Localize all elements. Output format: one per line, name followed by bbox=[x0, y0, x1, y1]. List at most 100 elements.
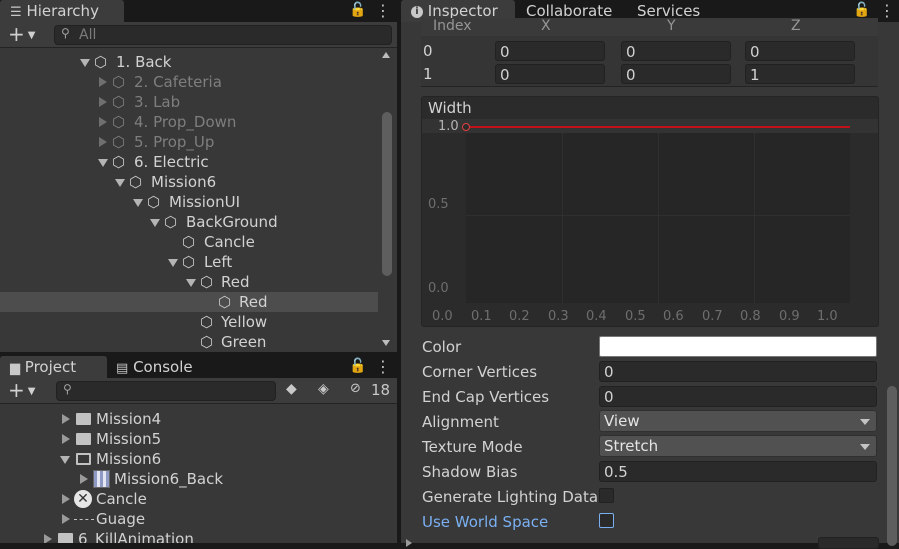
collapse-arrow-icon[interactable] bbox=[80, 474, 88, 484]
project-row-guage[interactable]: Guage bbox=[0, 509, 397, 529]
tree-row-prop-down[interactable]: ⬡ 4. Prop_Down bbox=[0, 112, 380, 132]
tree-row-red-parent[interactable]: ⬡ Red bbox=[0, 272, 380, 292]
position-z-field[interactable]: 0 bbox=[745, 41, 855, 61]
collapse-arrow-icon[interactable] bbox=[62, 414, 70, 424]
project-row-mission4[interactable]: Mission4 bbox=[0, 409, 397, 429]
project-row-mission6[interactable]: Mission6 bbox=[0, 449, 397, 469]
collapse-arrow-icon[interactable] bbox=[99, 97, 107, 107]
lock-icon[interactable]: 🔓 bbox=[853, 2, 870, 18]
x-tick-label: 1.0 bbox=[817, 309, 838, 324]
hierarchy-panel: ☰ Hierarchy 🔓 ⋮ + ▼ ⚲ All ⬡ 1. Back ⬡ 2. … bbox=[0, 0, 397, 352]
lock-icon[interactable]: 🔓 bbox=[349, 2, 366, 18]
position-x-field[interactable]: 0 bbox=[495, 64, 605, 84]
texture-mode-dropdown[interactable]: Stretch bbox=[599, 435, 877, 457]
collapse-arrow-icon[interactable] bbox=[62, 434, 70, 444]
project-row-killanimation[interactable]: 6_KillAnimation bbox=[0, 529, 397, 543]
use-world-space-checkbox[interactable] bbox=[599, 513, 614, 528]
tab-hierarchy[interactable]: ☰ Hierarchy bbox=[0, 0, 124, 22]
tree-row-prop-up[interactable]: ⬡ 5. Prop_Up bbox=[0, 132, 380, 152]
position-y-field[interactable]: 0 bbox=[621, 64, 731, 84]
tab-project-label: Project bbox=[24, 358, 77, 376]
collapse-arrow-icon[interactable] bbox=[62, 494, 70, 504]
lock-icon[interactable]: 🔓 bbox=[349, 358, 366, 374]
tree-row-label: Yellow bbox=[221, 313, 268, 331]
y-tick-label: 0.5 bbox=[428, 197, 449, 212]
tree-row-cafeteria[interactable]: ⬡ 2. Cafeteria bbox=[0, 72, 380, 92]
project-row-cancle[interactable]: ✕ Cancle bbox=[0, 489, 397, 509]
expand-arrow-icon[interactable] bbox=[80, 59, 90, 67]
scroll-up-icon[interactable] bbox=[382, 52, 390, 58]
collapse-arrow-icon[interactable] bbox=[99, 77, 107, 87]
expand-arrow-icon[interactable] bbox=[186, 279, 196, 287]
x-tick-label: 0.3 bbox=[548, 309, 569, 324]
scrollbar-thumb[interactable] bbox=[887, 386, 897, 546]
x-tick-label: 0.5 bbox=[625, 309, 646, 324]
collapse-arrow-icon[interactable] bbox=[99, 137, 107, 147]
collapse-arrow-icon[interactable] bbox=[62, 514, 70, 524]
horizontal-splitter[interactable] bbox=[0, 352, 397, 356]
corner-vertices-field[interactable]: 0 bbox=[599, 361, 877, 382]
tree-row-electric[interactable]: ⬡ 6. Electric bbox=[0, 152, 380, 172]
expand-arrow-icon[interactable] bbox=[115, 179, 125, 187]
position-x-field[interactable]: 0 bbox=[495, 41, 605, 61]
tree-row-left[interactable]: ⬡ Left bbox=[0, 252, 380, 272]
tree-row-back[interactable]: ⬡ 1. Back bbox=[0, 52, 380, 72]
position-y-field[interactable]: 0 bbox=[621, 41, 731, 61]
y-tick-label: 1.0 bbox=[438, 119, 459, 134]
tree-row-missionui[interactable]: ⬡ MissionUI bbox=[0, 192, 380, 212]
filter-by-label-icon[interactable]: ◈ bbox=[318, 381, 329, 397]
scroll-down-icon[interactable] bbox=[382, 340, 390, 346]
tree-row-lab[interactable]: ⬡ 3. Lab bbox=[0, 92, 380, 112]
create-asset-button[interactable]: + ▼ bbox=[8, 378, 35, 404]
hierarchy-search-input[interactable]: ⚲ All bbox=[54, 25, 392, 45]
curve-keyframe[interactable] bbox=[462, 123, 470, 131]
search-placeholder: All bbox=[79, 27, 97, 43]
alignment-dropdown[interactable]: View bbox=[599, 410, 877, 432]
shadow-bias-field[interactable]: 0.5 bbox=[599, 461, 877, 482]
position-index: 1 bbox=[423, 65, 433, 83]
hidden-packages-icon[interactable]: ⊘ bbox=[350, 381, 361, 396]
project-row-mission5[interactable]: Mission5 bbox=[0, 429, 397, 449]
expand-arrow-icon[interactable] bbox=[60, 456, 70, 464]
scrollbar-thumb[interactable] bbox=[382, 112, 392, 276]
tree-row-mission6[interactable]: ⬡ Mission6 bbox=[0, 172, 380, 192]
color-swatch-field[interactable] bbox=[599, 336, 877, 357]
tree-row-background[interactable]: ⬡ BackGround bbox=[0, 212, 380, 232]
kebab-menu-icon[interactable]: ⋮ bbox=[375, 1, 391, 20]
tree-row-red-selected[interactable]: ⬡ Red bbox=[0, 292, 378, 312]
generate-lighting-checkbox[interactable] bbox=[599, 488, 614, 503]
expand-arrow-icon[interactable] bbox=[98, 159, 108, 167]
kebab-menu-icon[interactable]: ⋮ bbox=[879, 1, 895, 20]
end-cap-vertices-field[interactable]: 0 bbox=[599, 386, 877, 407]
width-curve-editor[interactable]: Width 1.0 0.5 0.0 0.0 0.1 0.2 0.3 0.4 0.… bbox=[421, 96, 879, 327]
curve-line[interactable] bbox=[466, 126, 850, 128]
hierarchy-scrollbar[interactable] bbox=[380, 50, 394, 350]
kebab-menu-icon[interactable]: ⋮ bbox=[375, 357, 391, 376]
materials-foldout-arrow-icon[interactable] bbox=[406, 539, 412, 547]
filter-by-type-icon[interactable]: ◆ bbox=[286, 381, 297, 397]
expand-arrow-icon[interactable] bbox=[168, 259, 178, 267]
collapse-arrow-icon[interactable] bbox=[44, 534, 52, 543]
gameobject-cube-icon: ⬡ bbox=[164, 213, 178, 231]
vertical-splitter[interactable] bbox=[397, 0, 401, 543]
collapse-arrow-icon[interactable] bbox=[99, 117, 107, 127]
tab-console[interactable]: ▤ Console bbox=[106, 356, 203, 378]
tab-project[interactable]: ▆ Project bbox=[0, 356, 107, 378]
materials-size-field[interactable] bbox=[818, 537, 879, 549]
project-toolbar: + ▼ ⚲ ◆ ◈ ⊘ 18 bbox=[0, 378, 397, 404]
inspector-scrollbar[interactable] bbox=[885, 22, 899, 546]
tree-row-label: Cancle bbox=[204, 233, 255, 251]
project-search-input[interactable]: ⚲ bbox=[56, 381, 276, 401]
tree-row-green[interactable]: ⬡ Green bbox=[0, 332, 380, 352]
position-z-field[interactable]: 1 bbox=[745, 64, 855, 84]
gameobject-cube-icon: ⬡ bbox=[200, 313, 214, 331]
expand-arrow-icon[interactable] bbox=[150, 219, 160, 227]
color-label: Color bbox=[422, 338, 462, 356]
inspector-panel: i Inspector Collaborate Services 🔓 ⋮ Ind… bbox=[401, 0, 899, 549]
project-row-mission6-back[interactable]: Mission6_Back bbox=[0, 469, 397, 489]
expand-arrow-icon[interactable] bbox=[133, 199, 143, 207]
folder-icon: ▆ bbox=[10, 361, 20, 376]
tree-row-yellow[interactable]: ⬡ Yellow bbox=[0, 312, 380, 332]
tree-row-cancle[interactable]: ⬡ Cancle bbox=[0, 232, 380, 252]
add-object-button[interactable]: + ▼ bbox=[8, 22, 35, 48]
